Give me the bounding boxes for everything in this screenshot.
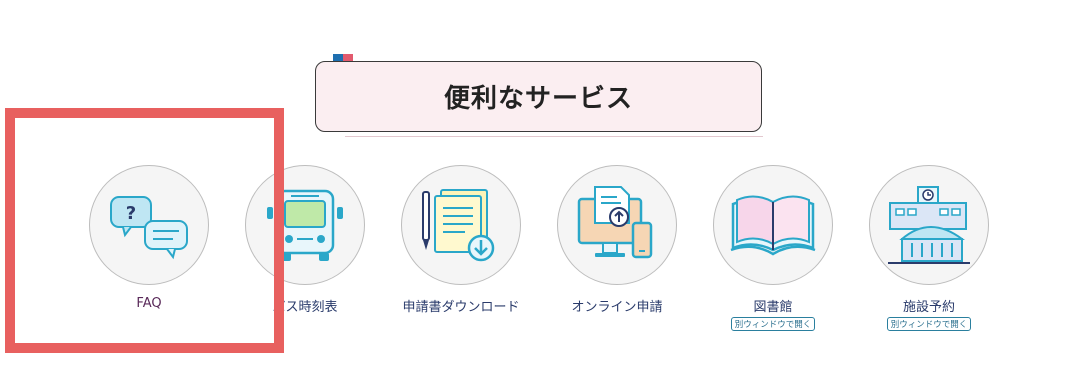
service-facility-reservation-label[interactable]: 施設予約 xyxy=(829,296,1029,315)
svg-text:?: ? xyxy=(126,203,136,224)
service-online-application[interactable]: オンライン申請 xyxy=(557,165,677,345)
new-window-badge: 別ウィンドウで開く xyxy=(731,317,815,331)
new-window-badge: 別ウィンドウで開く xyxy=(887,317,971,331)
service-form-download[interactable]: 申請書ダウンロード xyxy=(401,165,521,345)
service-bus-button[interactable] xyxy=(245,165,365,285)
bus-icon xyxy=(267,189,343,261)
faq-chat-bubbles-icon: ? xyxy=(110,196,188,260)
service-faq-button[interactable]: ? xyxy=(89,165,209,285)
title-underline xyxy=(345,132,763,137)
service-faq[interactable]: ? FAQ xyxy=(89,165,209,345)
online-application-devices-icon xyxy=(577,186,653,259)
section-title: 便利なサービス xyxy=(443,84,633,114)
service-facility-reservation[interactable]: 施設予約 別ウィンドウで開く xyxy=(869,165,989,345)
facility-building-icon xyxy=(888,186,970,264)
document-download-icon xyxy=(422,189,495,262)
section-title-box: 便利なサービス xyxy=(315,61,762,132)
open-book-icon xyxy=(730,195,816,256)
service-bus-timetable[interactable]: バス時刻表 xyxy=(245,165,365,345)
page: 便利なサービス ? FAQ バス時刻表 申請書ダウンロード オンライン申請 図書… xyxy=(0,0,1085,384)
service-library-button[interactable] xyxy=(713,165,833,285)
service-library[interactable]: 図書館 別ウィンドウで開く xyxy=(713,165,833,345)
service-online-application-button[interactable] xyxy=(557,165,677,285)
service-form-download-button[interactable] xyxy=(401,165,521,285)
service-facility-reservation-button[interactable] xyxy=(869,165,989,285)
